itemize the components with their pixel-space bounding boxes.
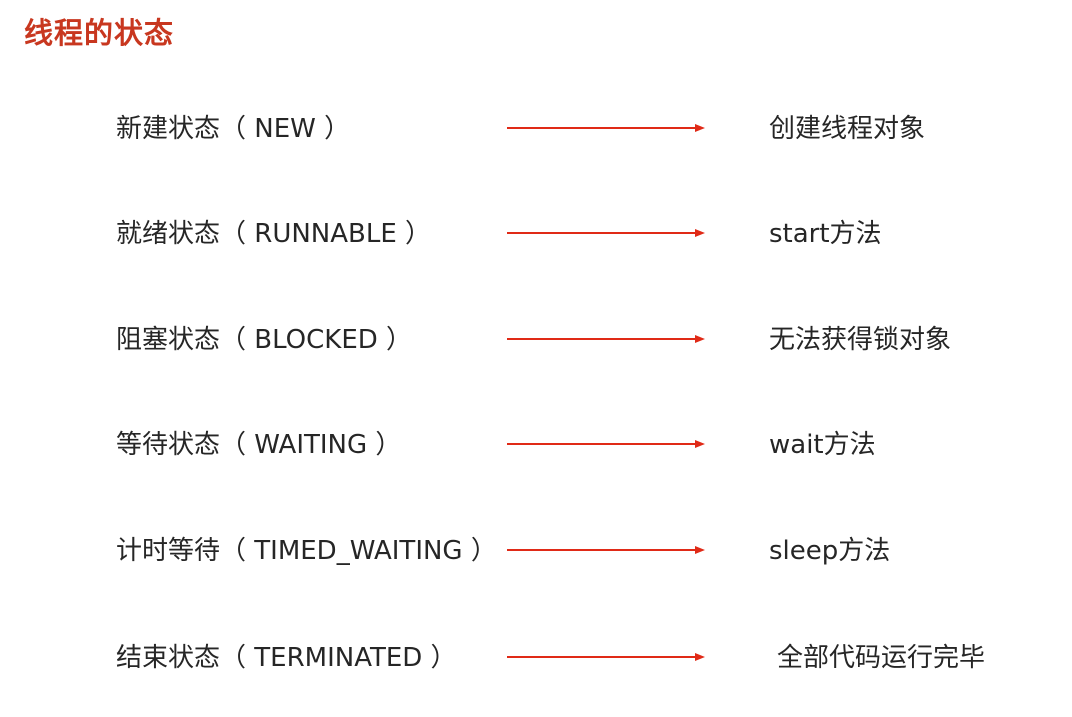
state-row-waiting: 等待状态（ WAITING ） wait方法 — [0, 425, 1072, 465]
state-row-runnable: 就绪状态（ RUNNABLE ） start方法 — [0, 214, 1072, 254]
state-label: 计时等待（ TIMED_WAITING ） — [116, 536, 497, 566]
state-row-blocked: 阻塞状态（ BLOCKED ） 无法获得锁对象 — [0, 320, 1072, 360]
state-row-terminated: 结束状态（ TERMINATED ） 全部代码运行完毕 — [0, 638, 1072, 678]
arrow-right-icon — [507, 229, 705, 237]
arrow-right-icon — [507, 653, 705, 661]
state-label: 结束状态（ TERMINATED ） — [116, 643, 457, 673]
state-description: wait方法 — [769, 430, 876, 460]
arrow-right-icon — [507, 335, 705, 343]
state-label: 等待状态（ WAITING ） — [116, 430, 402, 460]
state-label: 新建状态（ NEW ） — [116, 114, 351, 144]
state-description: 全部代码运行完毕 — [777, 643, 986, 673]
page-title: 线程的状态 — [24, 16, 175, 50]
state-label: 就绪状态（ RUNNABLE ） — [116, 219, 432, 249]
state-description: sleep方法 — [769, 536, 891, 566]
state-row-new: 新建状态（ NEW ） 创建线程对象 — [0, 109, 1072, 149]
state-label: 阻塞状态（ BLOCKED ） — [116, 325, 413, 355]
state-description: start方法 — [769, 219, 882, 249]
arrow-right-icon — [507, 124, 705, 132]
state-description: 无法获得锁对象 — [769, 325, 952, 355]
arrow-right-icon — [507, 546, 705, 554]
arrow-right-icon — [507, 440, 705, 448]
state-description: 创建线程对象 — [769, 114, 926, 144]
state-row-timed-waiting: 计时等待（ TIMED_WAITING ） sleep方法 — [0, 531, 1072, 571]
